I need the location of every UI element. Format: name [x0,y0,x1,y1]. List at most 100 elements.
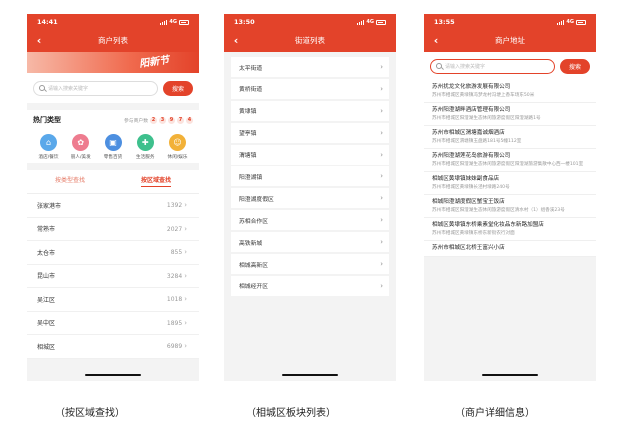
list-item[interactable]: 太仓市 855 › [27,241,199,265]
region-list: 张家港市 1392 › 常熟市 2027 › 太仓市 855 › 昆山市 3284 › 吴江区 1018 ›… [27,194,199,359]
hot-categories: 热门类型 参与商户数 2 3 9 7 4 ⌂ 酒店/餐饮 ✿ 丽人/美发 ▣ 零售百货 ✚ 生… [27,110,199,163]
chevron-right-icon: › [380,172,383,181]
caption-street-list: （相城区板块列表） [246,408,336,419]
list-item[interactable]: 高铁新城 › [231,232,389,253]
signal-icon [556,19,565,25]
list-item[interactable]: 太平街道 › [231,57,389,77]
search-input[interactable]: 请输入搜索关键字 [33,80,158,96]
status-time: 13:55 [434,18,455,26]
list-item[interactable]: 苏州扰龙文化旅游发展有限公司 苏州市相城区黄埭镇冯梦龙村冯埂上香车场东50米 [424,80,596,103]
tab-by-region[interactable]: 按区域查找 [113,170,199,193]
status-time: 14:41 [37,18,58,26]
search-bar: 请输入搜索关键字 搜索 [27,73,199,103]
category-label: 酒店/餐饮 [38,155,59,160]
street-name: 太平街道 [239,65,263,72]
region-count: 1895 [166,319,183,327]
list-item[interactable]: 黄埭镇 › [231,100,389,121]
merchant-name: 相城阳澄湖度假区蟹宝王饭店 [432,199,505,205]
list-item[interactable]: 相城区 6989 › [27,335,199,359]
region-count-wrap: 3284 › [167,272,187,280]
promo-banner[interactable]: 阳新节 [27,52,199,73]
category-item[interactable]: ▣ 零售百货 [100,134,127,160]
region-name: 常熟市 [37,226,56,234]
list-item[interactable]: 阳澄湖度假区 › [231,188,389,209]
category-item[interactable]: ⌂ 酒店/餐饮 [35,134,62,160]
merchant-address: 苏州市相城区阳澄湖生态休闲旅游度假区清水村（1）组香溪23号 [432,208,565,213]
chevron-right-icon: › [380,150,383,159]
chevron-right-icon: › [380,128,383,137]
list-item[interactable]: 阳澄湖镇 › [231,166,389,187]
list-item[interactable]: 吴中区 1895 › [27,312,199,335]
chevron-right-icon: › [184,224,187,233]
list-item[interactable]: 昆山市 3284 › [27,265,199,288]
status-bar: 14:41 4G [27,14,199,30]
retail-icon: ▣ [104,134,122,151]
home-indicator [482,373,538,376]
tab-by-type[interactable]: 按类型查找 [27,170,113,193]
list-item[interactable]: 苏州市相城区渭塘嘉诚烟酒店 苏州市相城区渭塘镇玉盘路181号5幢112室 [424,126,596,149]
category-label: 丽人/美发 [70,155,91,160]
street-name: 黄埭镇 [239,109,257,116]
category-label: 生活服务 [136,155,155,160]
region-name: 吴中区 [37,320,56,328]
search-button[interactable]: 搜索 [560,58,590,74]
chevron-right-icon: › [380,216,383,225]
search-button[interactable]: 搜索 [163,80,193,96]
list-item[interactable]: 相城区黄埭镇东桥乘素堂化妆品东新路加盟店 苏州市相城区黄埭镇东桥东新街农行对面 [424,218,596,241]
region-count: 3284 [166,272,183,280]
participants-digit: 2 [150,116,157,124]
category-item[interactable]: ✚ 生活服务 [132,134,159,160]
list-item[interactable]: 相城高新区 › [231,254,389,275]
chevron-right-icon: › [380,84,383,93]
list-item[interactable]: 望亭镇 › [231,122,389,143]
page-title: 街道列表 [295,36,325,45]
region-name: 张家港市 [37,202,62,210]
region-count-wrap: 1392 › [167,201,187,209]
list-item[interactable]: 相城经开区 › [231,275,389,296]
merchant-address: 苏州市相城区黄埭镇东桥东新街农行对面 [432,231,515,236]
merchant-address: 苏州市相城区阳澄湖生态休闲旅游度假区阳澄湖路1号 [432,116,541,121]
search-input[interactable]: 请输入搜索关键字 [430,58,555,74]
signal-icon [159,19,168,25]
home-indicator [85,373,141,376]
chevron-right-icon: › [184,201,187,210]
merchant-name: 相城区黄埭镇妹妹副食品店 [432,176,500,182]
home-indicator [282,373,338,376]
battery-icon [576,19,586,25]
list-item[interactable]: 苏州阳澄湖畔酒店管理有限公司 苏州市相城区阳澄湖生态休闲旅游度假区阳澄湖路1号 [424,103,596,126]
merchant-name: 苏州扰龙文化旅游发展有限公司 [432,84,511,90]
category-label: 零售百货 [103,155,123,160]
list-item[interactable]: 张家港市 1392 › [27,194,199,218]
back-icon[interactable]: ‹ [428,30,444,52]
list-item[interactable]: 相城区黄埭镇妹妹副食品店 苏州市相城区黄埭镇长泾村埭路240号 [424,172,596,195]
beauty-icon: ✿ [72,134,90,151]
list-item[interactable]: 渭塘镇 › [231,144,389,165]
caption-region-search: （按区域查找） [55,408,125,419]
street-name: 阳澄湖度假区 [239,196,274,203]
list-item[interactable]: 苏州市相城区北桥王富兴小店 [424,241,596,257]
list-item[interactable]: 吴江区 1018 › [27,288,199,312]
category-item[interactable]: ✿ 丽人/美发 [67,134,94,160]
back-icon[interactable]: ‹ [31,30,47,52]
street-name: 渭塘镇 [239,153,257,160]
list-item[interactable]: 常熟市 2027 › [27,218,199,241]
list-item[interactable]: 苏相合作区 › [231,210,389,231]
region-count: 855 [170,249,183,257]
chevron-right-icon: › [380,194,383,203]
back-icon[interactable]: ‹ [228,30,244,52]
list-item[interactable]: 苏州阳澄湖莲花岛旅游有限公司 苏州市相城区阳澄湖生态休闲旅游度假区阳澄湖旅游集散中… [424,149,596,172]
merchant-name: 苏州市相城区渭塘嘉诚烟酒店 [432,130,505,136]
network-label: 4G [366,19,374,25]
region-count: 1018 [166,296,183,304]
search-icon [436,63,442,69]
search-placeholder: 请输入搜索关键字 [445,63,486,70]
page-title: 商户列表 [98,36,128,45]
nav-bar: ‹ 商户地址 [424,30,596,52]
region-name: 太仓市 [37,249,56,257]
category-item[interactable]: ☺ 休闲/娱乐 [164,134,191,160]
list-item[interactable]: 黄桥街道 › [231,78,389,99]
region-name: 昆山市 [37,273,56,281]
chevron-right-icon: › [380,63,383,71]
list-item[interactable]: 相城阳澄湖度假区蟹宝王饭店苏州市相城区阳澄湖生态休闲旅游度假区清水村（1）组香溪… [424,195,596,218]
merchant-address: 苏州市相城区阳澄湖生态休闲旅游度假区阳澄湖旅游集散中心西一楼101室 [432,162,584,167]
